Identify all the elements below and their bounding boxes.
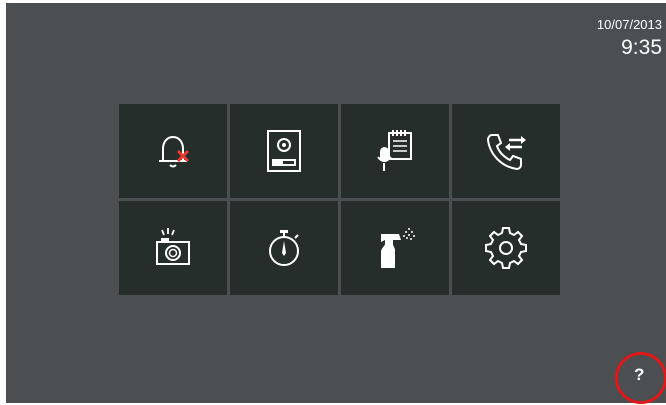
timer-button[interactable] bbox=[230, 201, 338, 295]
door-panel-icon bbox=[267, 130, 301, 172]
main-menu-grid bbox=[119, 104, 560, 295]
help-button[interactable]: ? bbox=[634, 365, 644, 385]
door-panel-button[interactable] bbox=[230, 104, 338, 198]
settings-button[interactable] bbox=[452, 201, 560, 295]
call-transfer-icon bbox=[486, 134, 526, 171]
voice-memo-icon bbox=[377, 130, 412, 171]
camera-icon bbox=[156, 228, 190, 265]
bell-muted-icon bbox=[159, 135, 190, 168]
do-not-disturb-button[interactable] bbox=[119, 104, 227, 198]
gear-icon bbox=[485, 227, 527, 269]
call-transfer-button[interactable] bbox=[452, 104, 560, 198]
voice-memo-button[interactable] bbox=[341, 104, 449, 198]
screen-cleaning-button[interactable] bbox=[341, 201, 449, 295]
datetime: 10/07/2013 9:35 bbox=[597, 17, 662, 61]
photos-button[interactable] bbox=[119, 201, 227, 295]
stopwatch-icon bbox=[269, 230, 299, 266]
cleaning-spray-icon bbox=[381, 228, 415, 268]
date-label: 10/07/2013 bbox=[596, 17, 662, 32]
time-label: 9:35 bbox=[621, 36, 662, 59]
device-screen: 10/07/2013 9:35 bbox=[6, 3, 666, 403]
